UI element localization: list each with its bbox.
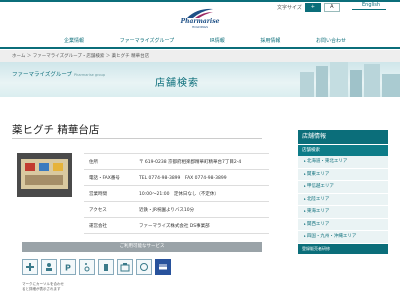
- font-size-control: 文字サイズ + A: [277, 3, 340, 12]
- card-icon[interactable]: [155, 259, 171, 275]
- daily-goods-icon[interactable]: [117, 259, 133, 275]
- nav-item-contact[interactable]: お問い合わせ: [312, 37, 350, 44]
- info-value: TEL 0774-98-3899 FAX 0774-98-3899: [139, 175, 227, 181]
- info-label: 運営会社: [89, 223, 107, 229]
- sidebar-item-training[interactable]: 登録販売者研修: [298, 243, 388, 254]
- services-icon-list: P: [22, 259, 171, 275]
- store-info-table: 住所 〒 619-0238 京都府相楽郡精華町精華台7丁目2-4 電話・FAX番…: [84, 153, 269, 234]
- nav-item-ir[interactable]: IR情報: [206, 37, 229, 44]
- english-link-underline: [352, 9, 386, 10]
- nav-item-company[interactable]: 企業情報: [60, 37, 88, 44]
- info-row-operator: 運営会社 ファーマライズ株式会社 DS事業部: [84, 218, 269, 234]
- city-buildings-image: [300, 62, 400, 97]
- info-row-access: アクセス 近鉄・JR祝園よりバス10分: [84, 202, 269, 218]
- global-nav: 企業情報 ファーマライズグループ IR情報 採用情報 お問い合わせ: [60, 37, 350, 44]
- info-row-hours: 営業時間 10:00～21:00 定休日なし（不定休）: [84, 186, 269, 202]
- info-label: 電話・FAX番号: [89, 175, 120, 181]
- pharmacy-icon[interactable]: [22, 259, 38, 275]
- svg-text:P: P: [65, 264, 71, 273]
- nav-divider: [0, 47, 400, 49]
- info-value: ファーマライズ株式会社 DS事業部: [139, 223, 210, 229]
- nav-item-recruit[interactable]: 採用情報: [256, 37, 284, 44]
- services-note: マークにカーソルを合わせると詳細が表示されます: [22, 282, 64, 291]
- heading-underline: [12, 138, 262, 139]
- sidebar-item-hokuriku[interactable]: 北陸エリア: [298, 193, 388, 206]
- parking-icon[interactable]: P: [60, 259, 76, 275]
- breadcrumb: ホーム ＞ ファーマライズグループ・店舗検索 ＞ 薬ヒグチ 精華台店: [12, 54, 150, 59]
- sidebar-item-kansai[interactable]: 関西エリア: [298, 218, 388, 231]
- sidebar-item-kanto[interactable]: 関東エリア: [298, 168, 388, 181]
- font-size-normal-button[interactable]: A: [323, 3, 340, 12]
- logo-name: Pharmarise: [180, 18, 220, 25]
- sidebar-item-hokkaido-tohoku[interactable]: 北海道・東北エリア: [298, 156, 388, 169]
- page-title: 店舗検索: [155, 78, 199, 89]
- sidebar-title: 店舗情報: [298, 130, 388, 144]
- sidebar-item-shikoku-kyushu-okinawa[interactable]: 四国・九州・沖縄エリア: [298, 231, 388, 244]
- cosmetics-icon[interactable]: [98, 259, 114, 275]
- sidebar-item-koshinetsu[interactable]: 甲信越エリア: [298, 181, 388, 194]
- hero-group-name: ファーマライズグループ: [12, 72, 73, 78]
- counseling-icon[interactable]: [41, 259, 57, 275]
- font-size-large-button[interactable]: +: [304, 3, 321, 12]
- info-label: 営業時間: [89, 191, 107, 197]
- store-name-heading: 薬ヒグチ 精華台店: [12, 124, 100, 136]
- info-row-phone: 電話・FAX番号 TEL 0774-98-3899 FAX 0774-98-38…: [84, 170, 269, 186]
- sidebar-item-tokai[interactable]: 東海エリア: [298, 206, 388, 219]
- nav-item-group[interactable]: ファーマライズグループ: [116, 37, 179, 44]
- company-logo[interactable]: Pharmarise HOLDINGS: [175, 6, 225, 32]
- english-link[interactable]: English: [362, 2, 380, 8]
- store-photo: [17, 153, 72, 197]
- font-size-label: 文字サイズ: [277, 5, 302, 11]
- info-value: 10:00～21:00 定休日なし（不定休）: [139, 191, 219, 197]
- baby-icon[interactable]: [136, 259, 152, 275]
- logo-subtitle: HOLDINGS: [192, 25, 208, 29]
- info-label: 住所: [89, 159, 98, 165]
- services-heading: ご利用可能なサービス: [22, 242, 262, 252]
- sidebar-item-store-search[interactable]: 店舗検索: [298, 144, 388, 156]
- info-row-address: 住所 〒 619-0238 京都府相楽郡精華町精華台7丁目2-4: [84, 154, 269, 170]
- info-label: アクセス: [89, 207, 107, 213]
- sidebar: 店舗情報 店舗検索 北海道・東北エリア 関東エリア 甲信越エリア 北陸エリア 東…: [298, 130, 388, 254]
- wheelchair-icon[interactable]: [79, 259, 95, 275]
- top-accent-line: [0, 0, 400, 2]
- info-value: 〒 619-0238 京都府相楽郡精華町精華台7丁目2-4: [139, 159, 242, 165]
- hero-group-label: ファーマライズグループ Pharmarise group: [12, 70, 105, 78]
- hero-group-name-en: Pharmarise group: [74, 73, 106, 77]
- info-value: 近鉄・JR祝園よりバス10分: [139, 207, 195, 213]
